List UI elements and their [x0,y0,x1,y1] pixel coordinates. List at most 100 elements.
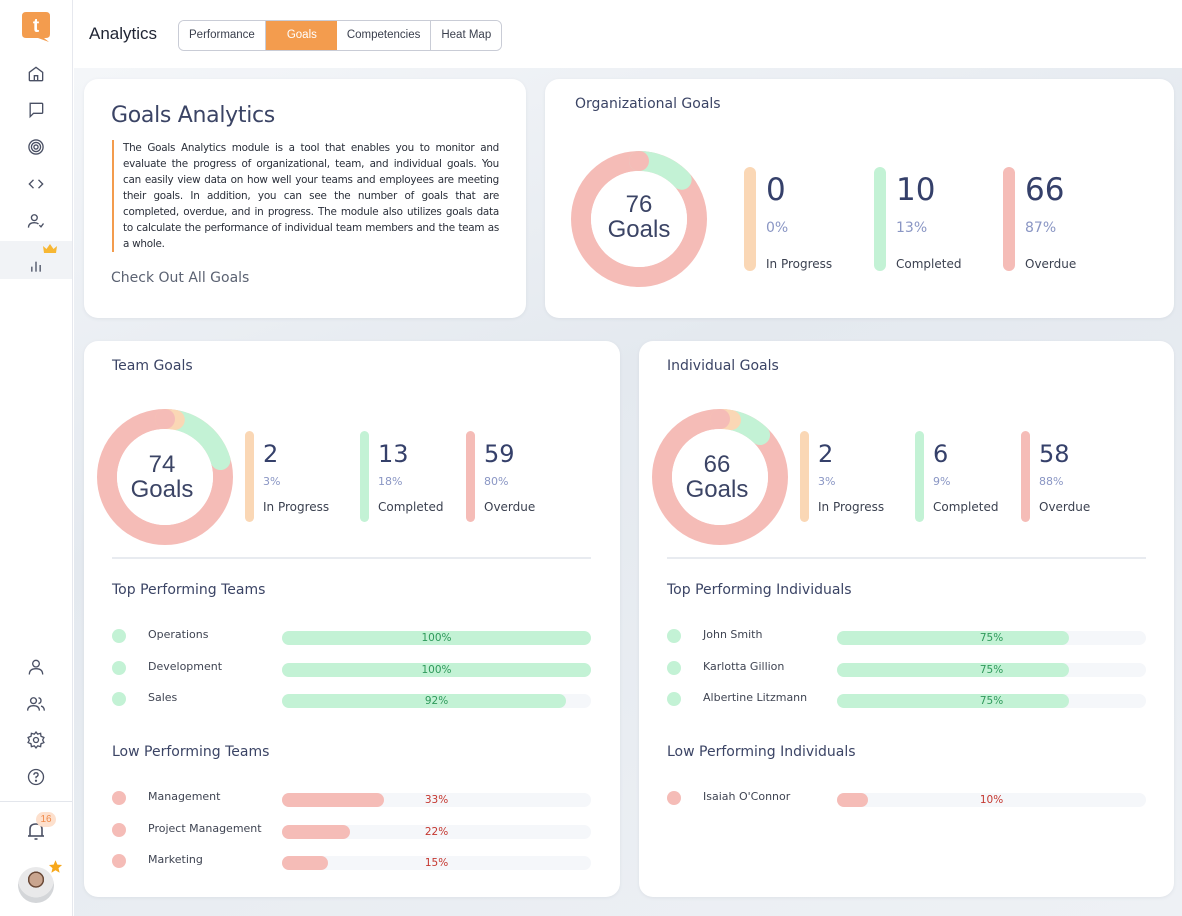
user-icon [28,659,44,675]
sidebar-item-code[interactable] [0,166,72,202]
notifications-button[interactable]: 16 [24,812,58,844]
stat-percent: 9% [933,475,951,488]
donut-total-label: Goals [607,216,671,243]
check-out-all-goals-link[interactable]: Check Out All Goals [111,270,249,286]
performer-row: Sales 92% [112,691,592,708]
stat-label: Overdue [1039,500,1091,514]
stat-value: 59 [484,440,515,468]
sidebar: t 16 [0,0,73,916]
stat-bar [1021,431,1030,522]
sidebar-item-people[interactable] [0,686,72,722]
stat-bar [800,431,809,522]
stat-percent: 13% [896,220,928,236]
sidebar-item-analytics[interactable] [0,241,72,279]
target-icon [28,139,44,155]
performer-name: Albertine Litzmann [703,691,808,704]
stat-bar [744,167,756,271]
sidebar-item-home[interactable] [0,56,72,92]
performer-name: John Smith [703,628,763,641]
donut-center-label: 76 Goals [571,192,707,242]
performer-name: Sales [148,691,178,704]
stat-label: Completed [933,500,999,514]
donut-total-label: Goals [130,476,194,503]
stat-bar [915,431,924,522]
performer-row: John Smith 75% [667,628,1147,645]
progress-track: 15% [282,856,591,870]
progress-track: 33% [282,793,591,807]
sidebar-item-profile[interactable] [0,649,72,685]
performer-row: Management 33% [112,790,592,807]
progress-track: 100% [282,662,591,677]
performer-row: Karlotta Gillion 75% [667,659,1147,677]
stat-percent: 88% [1039,475,1064,488]
stat-label: Completed [896,257,962,271]
status-dot [112,692,126,706]
stat-value: 2 [263,440,279,468]
notification-badge: 16 [36,812,56,827]
performer-row: Project Management 22% [112,822,592,839]
code-icon [28,179,44,189]
sidebar-item-goals[interactable] [0,129,72,165]
status-dot [112,854,126,868]
stat-value: 13 [378,440,409,468]
stat-value: 6 [933,440,949,468]
progress-percent: 22% [424,825,449,838]
progress-track: 100% [282,631,591,645]
top-performing-individuals-title: Top Performing Individuals [667,582,852,598]
status-dot [667,791,681,805]
sidebar-item-help[interactable] [0,759,72,795]
low-performing-individuals-title: Low Performing Individuals [667,744,856,760]
tab-competencies[interactable]: Competencies [336,21,432,50]
donut-segment-cap [154,409,175,429]
stat-percent: 3% [818,475,836,488]
performer-name: Karlotta Gillion [703,659,785,673]
stat-label: Completed [378,500,444,514]
tab-performance[interactable]: Performance [179,21,266,50]
stat-value: 66 [1025,172,1065,208]
bar-chart-icon [31,261,41,272]
crown-icon [43,244,57,253]
performer-name: Marketing [148,853,203,866]
gear-icon [27,731,45,749]
donut-total: 74 [148,451,176,478]
progress-percent: 92% [424,695,449,707]
performer-row: Isaiah O'Connor 10% [667,790,1147,807]
card-title: Team Goals [112,358,193,374]
progress-percent: 100% [421,663,452,676]
progress-percent: 75% [979,632,1004,644]
stat-percent: 80% [484,475,509,488]
sidebar-item-user-check[interactable] [0,203,72,239]
page-title: Analytics [89,24,158,43]
status-dot [667,692,681,706]
stat-percent: 0% [766,220,789,236]
sidebar-item-chat[interactable] [0,92,72,128]
card-title: Individual Goals [667,358,779,374]
stat-percent: 3% [263,475,281,488]
stat-bar [360,431,369,522]
user-check-icon [27,214,45,228]
performer-row: Marketing 15% [112,853,592,870]
divider [667,557,1146,559]
progress-percent: 10% [979,794,1004,806]
svg-text:t: t [33,16,40,37]
analytics-tabs: Performance Goals Competencies Heat Map [178,20,503,51]
progress-track: 92% [282,694,591,708]
tab-goals[interactable]: Goals [265,21,337,50]
logo-icon[interactable]: t [22,12,50,42]
performer-name: Development [148,659,223,673]
progress-track: 22% [282,824,591,839]
stat-bar [1003,167,1015,271]
sidebar-item-settings[interactable] [0,722,72,758]
sidebar-divider [0,801,72,802]
team-goals-card: Team Goals 74 Goals 2 3% In Progress 13 … [84,341,620,897]
progress-percent: 75% [979,663,1004,676]
progress-percent: 75% [979,695,1004,707]
tab-heat-map[interactable]: Heat Map [431,21,502,50]
stat-value: 0 [766,172,786,208]
chat-icon [29,102,44,119]
progress-percent: 15% [424,857,449,869]
stat-value: 10 [896,172,936,208]
stat-label: In Progress [818,500,885,514]
stat-bar [874,167,886,271]
low-performing-teams-title: Low Performing Teams [112,744,270,760]
